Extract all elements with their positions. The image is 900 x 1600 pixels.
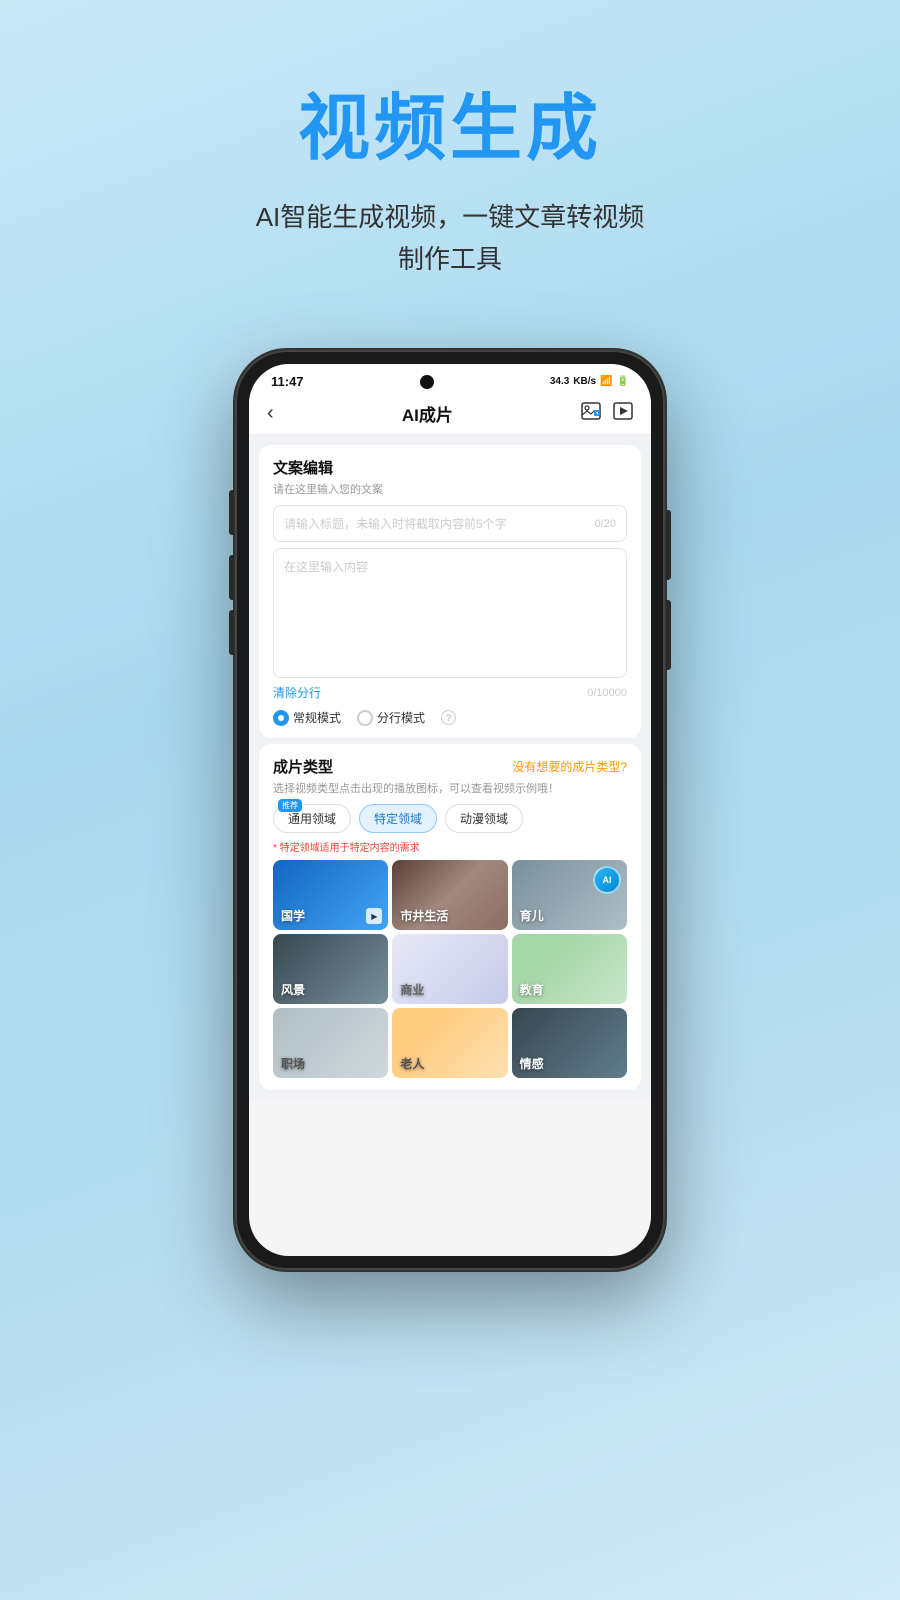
phone-screen: 11:47 34.3 KB/s 📶 🔋 ‹ AI成片 <box>249 364 651 1256</box>
video-cell-shangye[interactable]: 商业 <box>392 934 507 1004</box>
page-header: 视频生成 AI智能生成视频，一键文章转视频 制作工具 <box>256 90 645 280</box>
gallery-icon[interactable] <box>581 402 601 425</box>
video-grid: 国学 ▶ 市井生活 育儿 AI <box>273 860 627 1078</box>
page-title: 视频生成 <box>256 90 645 169</box>
back-button[interactable]: ‹ <box>267 402 274 425</box>
type-header: 成片类型 没有想要的成片类型? <box>273 756 627 777</box>
video-cell-jiaoyu[interactable]: 教育 <box>512 934 627 1004</box>
copywriting-section: 文案编辑 请在这里输入您的文案 请输入标题，未输入时将截取内容前5个字 0/20… <box>259 445 641 738</box>
content-input[interactable]: 在这里输入内容 <box>273 548 627 678</box>
content-area: 文案编辑 请在这里输入您的文案 请输入标题，未输入时将截取内容前5个字 0/20… <box>249 435 651 1100</box>
nav-bar: ‹ AI成片 <box>249 393 651 435</box>
type-note: * 特定领域适用于特定内容的需求 <box>273 839 627 854</box>
phone-frame: 11:47 34.3 KB/s 📶 🔋 ‹ AI成片 <box>235 350 665 1270</box>
page-subtitle: AI智能生成视频，一键文章转视频 制作工具 <box>256 197 645 280</box>
nav-actions <box>581 402 633 425</box>
video-label-yuer: 育儿 <box>520 907 544 924</box>
mode2-item[interactable]: 分行模式 <box>357 709 425 726</box>
tab-specific[interactable]: 特定领域 <box>359 804 437 833</box>
video-cell-shijing[interactable]: 市井生活 <box>392 860 507 930</box>
status-icons: 34.3 KB/s 📶 🔋 <box>550 376 629 387</box>
tab-row: 推荐 通用领域 特定领域 动漫领域 <box>273 804 627 833</box>
video-label-guoxue: 国学 <box>281 907 305 924</box>
title-input[interactable]: 请输入标题，未输入时将截取内容前5个字 0/20 <box>273 505 627 542</box>
video-label-fengjing: 风景 <box>281 981 305 998</box>
tab-general[interactable]: 推荐 通用领域 <box>273 804 351 833</box>
video-label-laoren: 老人 <box>400 1055 424 1072</box>
play-icon[interactable] <box>613 402 633 425</box>
camera-notch <box>420 375 434 389</box>
nav-title: AI成片 <box>402 401 453 426</box>
ai-badge-yuer: AI <box>593 866 621 894</box>
content-placeholder: 在这里输入内容 <box>284 560 368 574</box>
clear-button[interactable]: 清除分行 <box>273 684 321 701</box>
recommend-badge: 推荐 <box>278 799 302 812</box>
video-cell-zhichang[interactable]: 职场 <box>273 1008 388 1078</box>
video-label-zhichang: 职场 <box>281 1055 305 1072</box>
video-cell-qinggan[interactable]: 情感 <box>512 1008 627 1078</box>
tab-anime[interactable]: 动漫领域 <box>445 804 523 833</box>
total-char-count: 0/10000 <box>587 687 627 699</box>
title-char-count: 0/20 <box>595 518 616 530</box>
mode1-radio[interactable] <box>273 710 289 726</box>
copywriting-title: 文案编辑 <box>273 457 627 478</box>
copywriting-subtitle: 请在这里输入您的文案 <box>273 481 627 497</box>
help-icon[interactable]: ? <box>441 710 456 725</box>
phone-mockup: 11:47 34.3 KB/s 📶 🔋 ‹ AI成片 <box>235 350 665 1270</box>
mode-row: 常规模式 分行模式 ? <box>273 709 627 726</box>
mode2-radio[interactable] <box>357 710 373 726</box>
video-label-qinggan: 情感 <box>520 1055 544 1072</box>
video-cell-laoren[interactable]: 老人 <box>392 1008 507 1078</box>
video-cell-fengjing[interactable]: 风景 <box>273 934 388 1004</box>
video-cell-yuer[interactable]: 育儿 AI <box>512 860 627 930</box>
video-label-shijing: 市井生活 <box>400 907 448 924</box>
input-footer: 清除分行 0/10000 <box>273 684 627 701</box>
video-label-shangye: 商业 <box>400 981 424 998</box>
mode1-item[interactable]: 常规模式 <box>273 709 341 726</box>
status-time: 11:47 <box>271 374 304 389</box>
status-bar: 11:47 34.3 KB/s 📶 🔋 <box>249 364 651 393</box>
play-btn-guoxue[interactable]: ▶ <box>366 908 382 924</box>
type-title: 成片类型 <box>273 756 333 777</box>
mode1-label: 常规模式 <box>293 709 341 726</box>
type-link[interactable]: 没有想要的成片类型? <box>512 758 627 775</box>
mode2-label: 分行模式 <box>377 709 425 726</box>
type-hint: 选择视频类型点击出现的播放图标，可以查看视频示例哦！ <box>273 780 627 796</box>
title-placeholder: 请输入标题，未输入时将截取内容前5个字 <box>284 515 507 532</box>
video-cell-guoxue[interactable]: 国学 ▶ <box>273 860 388 930</box>
video-label-jiaoyu: 教育 <box>520 981 544 998</box>
clip-type-section: 成片类型 没有想要的成片类型? 选择视频类型点击出现的播放图标，可以查看视频示例… <box>259 744 641 1090</box>
